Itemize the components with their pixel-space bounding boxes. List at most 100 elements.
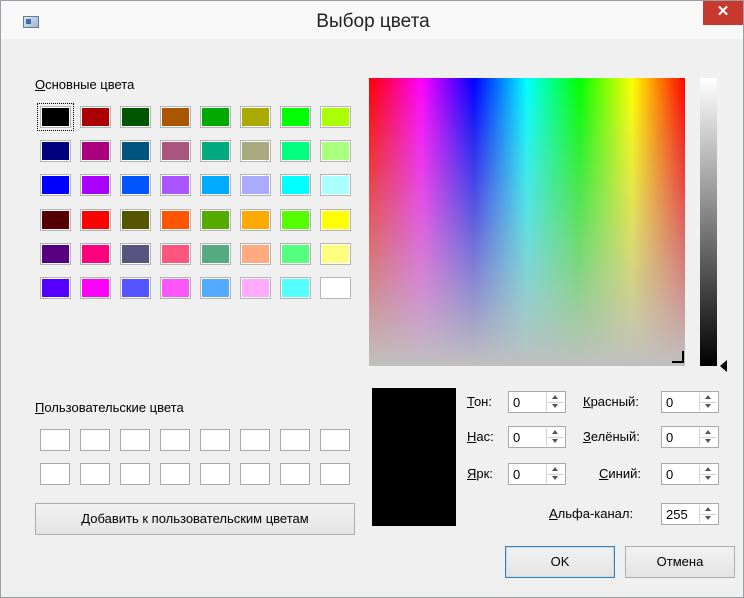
basic-color-swatch[interactable]: [241, 209, 270, 230]
basic-color-swatch[interactable]: [201, 141, 230, 162]
saturation-value[interactable]: 0: [513, 430, 520, 445]
basic-color-swatch[interactable]: [41, 243, 70, 264]
basic-color-swatch[interactable]: [41, 278, 70, 298]
basic-color-swatch[interactable]: [161, 141, 190, 162]
basic-color-swatch[interactable]: [121, 141, 150, 162]
basic-color-swatch[interactable]: [321, 278, 350, 298]
custom-colors-label: Пользовательские цвета: [35, 400, 184, 415]
basic-color-swatch[interactable]: [241, 175, 270, 196]
basic-color-swatch[interactable]: [281, 175, 310, 196]
basic-color-swatch[interactable]: [201, 243, 230, 264]
basic-color-swatch[interactable]: [81, 141, 110, 162]
basic-color-swatch[interactable]: [281, 209, 310, 230]
basic-color-swatch[interactable]: [37, 103, 74, 131]
hue-spinbox[interactable]: 0: [508, 391, 566, 413]
custom-color-slot[interactable]: [320, 463, 350, 485]
basic-color-swatch[interactable]: [81, 278, 110, 298]
brightness-value[interactable]: 0: [513, 467, 520, 482]
window-title: Выбор цвета: [316, 11, 430, 32]
blue-down-icon[interactable]: [700, 474, 717, 483]
basic-color-swatch[interactable]: [241, 107, 270, 127]
brightness-label: Ярк:: [467, 466, 493, 481]
blue-spinbox[interactable]: 0: [661, 463, 719, 485]
basic-colors-label: Основные цвета: [35, 77, 134, 92]
add-to-custom-colors-button[interactable]: Добавить к пользовательским цветам: [35, 503, 355, 535]
custom-color-slot[interactable]: [120, 429, 150, 451]
basic-color-swatch[interactable]: [281, 141, 310, 162]
custom-color-slot[interactable]: [40, 429, 70, 451]
alpha-down-icon[interactable]: [700, 514, 717, 523]
spectrum-crosshair-icon[interactable]: [672, 351, 684, 363]
custom-color-slot[interactable]: [200, 463, 230, 485]
custom-color-slot[interactable]: [80, 429, 110, 451]
custom-color-slot[interactable]: [280, 463, 310, 485]
cancel-button[interactable]: Отмена: [625, 546, 735, 578]
basic-color-swatch[interactable]: [41, 141, 70, 162]
red-spinbox[interactable]: 0: [661, 391, 719, 413]
basic-color-swatch[interactable]: [41, 175, 70, 196]
custom-color-slot[interactable]: [80, 463, 110, 485]
title-bar[interactable]: Выбор цвета ✕: [1, 1, 743, 39]
basic-color-swatch[interactable]: [161, 175, 190, 196]
brightness-spinbox[interactable]: 0: [508, 463, 566, 485]
basic-color-swatch[interactable]: [121, 243, 150, 264]
blue-value[interactable]: 0: [666, 467, 673, 482]
ok-button[interactable]: OK: [505, 546, 615, 578]
green-value[interactable]: 0: [666, 430, 673, 445]
basic-color-swatch[interactable]: [281, 243, 310, 264]
green-spinbox[interactable]: 0: [661, 426, 719, 448]
basic-color-swatch[interactable]: [161, 107, 190, 127]
basic-color-swatch[interactable]: [81, 209, 110, 230]
close-button[interactable]: ✕: [703, 1, 743, 25]
basic-color-swatch[interactable]: [241, 278, 270, 298]
basic-color-swatch[interactable]: [281, 278, 310, 298]
basic-color-swatch[interactable]: [201, 107, 230, 127]
basic-color-swatch[interactable]: [81, 107, 110, 127]
custom-color-slot[interactable]: [160, 429, 190, 451]
color-spectrum[interactable]: [369, 78, 685, 366]
basic-color-swatch[interactable]: [241, 243, 270, 264]
custom-color-slot[interactable]: [320, 429, 350, 451]
basic-color-swatch[interactable]: [121, 278, 150, 298]
saturation-spinbox[interactable]: 0: [508, 426, 566, 448]
alpha-label: Альфа-канал:: [549, 506, 634, 521]
green-label: Зелёный:: [583, 429, 640, 444]
luminance-slider[interactable]: [700, 78, 717, 366]
basic-color-swatch[interactable]: [121, 175, 150, 196]
basic-color-swatch[interactable]: [321, 107, 350, 127]
custom-color-slot[interactable]: [240, 463, 270, 485]
hue-value[interactable]: 0: [513, 395, 520, 410]
basic-color-swatch[interactable]: [81, 243, 110, 264]
basic-color-swatch[interactable]: [321, 209, 350, 230]
custom-color-slot[interactable]: [240, 429, 270, 451]
alpha-value[interactable]: 255: [666, 507, 688, 522]
basic-color-swatch[interactable]: [321, 141, 350, 162]
basic-color-swatch[interactable]: [281, 107, 310, 127]
luminance-arrow-icon[interactable]: [720, 360, 727, 372]
basic-color-swatch[interactable]: [161, 278, 190, 298]
custom-color-slot[interactable]: [280, 429, 310, 451]
basic-color-swatch[interactable]: [121, 107, 150, 127]
basic-color-swatch[interactable]: [321, 175, 350, 196]
custom-color-slot[interactable]: [160, 463, 190, 485]
basic-color-swatch[interactable]: [41, 209, 70, 230]
custom-color-slot[interactable]: [200, 429, 230, 451]
basic-color-swatch[interactable]: [81, 175, 110, 196]
green-down-icon[interactable]: [700, 437, 717, 446]
red-down-icon[interactable]: [700, 402, 717, 411]
basic-color-swatch[interactable]: [161, 243, 190, 264]
basic-color-swatch[interactable]: [201, 175, 230, 196]
hue-down-icon[interactable]: [547, 402, 564, 411]
brightness-down-icon[interactable]: [547, 474, 564, 483]
red-value[interactable]: 0: [666, 395, 673, 410]
basic-color-swatch[interactable]: [321, 243, 350, 264]
basic-color-swatch[interactable]: [161, 209, 190, 230]
basic-color-swatch[interactable]: [201, 209, 230, 230]
basic-color-swatch[interactable]: [241, 141, 270, 162]
basic-color-swatch[interactable]: [201, 278, 230, 298]
alpha-spinbox[interactable]: 255: [661, 503, 719, 525]
basic-color-swatch[interactable]: [121, 209, 150, 230]
saturation-down-icon[interactable]: [547, 437, 564, 446]
custom-color-slot[interactable]: [40, 463, 70, 485]
custom-color-slot[interactable]: [120, 463, 150, 485]
